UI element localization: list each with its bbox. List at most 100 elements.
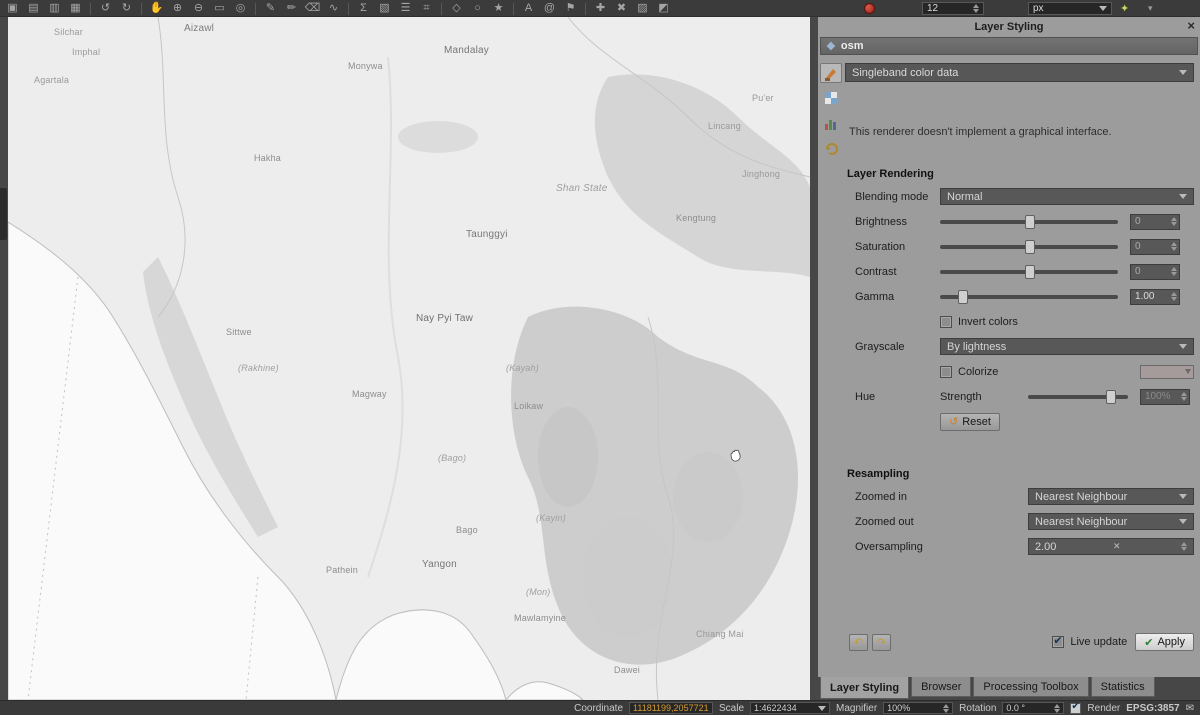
reset-button[interactable]: ↺ Reset (940, 413, 1000, 431)
brightness-slider[interactable] (940, 220, 1118, 224)
slider-handle[interactable] (1106, 390, 1116, 404)
gamma-slider[interactable] (940, 295, 1118, 299)
toolbar-icon[interactable]: A (520, 1, 537, 16)
spin-arrows-icon[interactable] (1167, 242, 1177, 251)
spin-arrows-icon[interactable] (1050, 704, 1060, 713)
map-label: Mawlamyine (514, 613, 566, 623)
tab-layer-styling[interactable]: Layer Styling (820, 677, 909, 699)
toolbar-icon[interactable]: ★ (490, 1, 507, 16)
toolbar-icon[interactable]: ▥ (46, 1, 63, 16)
coordinate-input[interactable]: 11181199,2057721 (629, 702, 713, 714)
toolbar-icon[interactable]: ◎ (232, 1, 249, 16)
toolbar-icon[interactable]: ☰ (397, 1, 414, 16)
crs-indicator[interactable]: EPSG:3857 (1126, 703, 1179, 714)
clear-icon[interactable]: ✕ (1113, 541, 1121, 552)
colorize-checkbox[interactable] (940, 366, 952, 378)
close-icon[interactable]: × (1187, 18, 1195, 33)
history-icon[interactable] (820, 138, 842, 158)
transparency-icon[interactable] (820, 88, 842, 108)
toolbar-icon[interactable]: ◇ (448, 1, 465, 16)
toolbar-icon[interactable]: ▧ (376, 1, 393, 16)
toolbar-icon[interactable]: ▨ (634, 1, 651, 16)
red-circle-icon[interactable] (864, 3, 875, 14)
toolbar-icon[interactable]: ✚ (592, 1, 609, 16)
spin-arrows-icon[interactable] (969, 4, 979, 13)
spin-arrows-icon[interactable] (1167, 217, 1177, 226)
toolbar-icon[interactable]: ▦ (67, 1, 84, 16)
toolbar-icon[interactable]: ⊕ (169, 1, 186, 16)
toolbar-icon[interactable]: ↺ (97, 1, 114, 16)
gamma-spinbox[interactable]: 1.00 (1130, 289, 1180, 305)
symbology-icon[interactable] (820, 63, 842, 83)
toolbar-overflow-icon[interactable]: ▾ (1148, 3, 1153, 14)
redo-style-button[interactable]: ↷ (872, 634, 891, 651)
spin-arrows-icon[interactable] (1167, 267, 1177, 276)
font-size-spinbox[interactable]: 12 (922, 2, 984, 15)
toolbar-icon[interactable]: ⊖ (190, 1, 207, 16)
unit-dropdown[interactable]: px (1028, 2, 1112, 15)
slider-handle[interactable] (1025, 215, 1035, 229)
grayscale-select[interactable]: By lightness (940, 338, 1194, 355)
brightness-label: Brightness (855, 216, 940, 228)
apply-button[interactable]: ✔ Apply (1135, 633, 1194, 651)
saturation-spinbox[interactable]: 0 (1130, 239, 1180, 255)
map-label: Jinghong (742, 169, 780, 179)
histogram-icon[interactable] (820, 113, 842, 133)
toolbar-icon[interactable]: ⚑ (562, 1, 579, 16)
invert-colors-checkbox[interactable] (940, 316, 952, 328)
slider-handle[interactable] (958, 290, 968, 304)
contrast-spinbox[interactable]: 0 (1130, 264, 1180, 280)
oversampling-spinbox[interactable]: 2.00 ✕ (1028, 538, 1194, 555)
map-label: Hakha (254, 153, 281, 163)
toolbar-icon[interactable]: ○ (469, 1, 486, 16)
colorize-color-swatch[interactable] (1140, 365, 1194, 379)
toolbar-icon[interactable]: ⌗ (418, 1, 435, 16)
blending-mode-select[interactable]: Normal (940, 188, 1194, 205)
slider-handle[interactable] (1025, 265, 1035, 279)
toolbar-icon[interactable]: @ (541, 1, 558, 16)
toolbar-icon[interactable]: ✏ (283, 1, 300, 16)
tab-processing-toolbox[interactable]: Processing Toolbox (973, 677, 1088, 697)
rotation-spinbox[interactable]: 0.0 ° (1002, 702, 1064, 714)
messages-icon[interactable]: ✉ (1186, 703, 1194, 714)
layer-selector[interactable]: ❖ osm (820, 37, 1198, 55)
toolbar-icon[interactable]: ✖ (613, 1, 630, 16)
strength-spinbox[interactable]: 100% (1140, 389, 1190, 405)
magnifier-spinbox[interactable]: 100% (883, 702, 953, 714)
tab-statistics[interactable]: Statistics (1091, 677, 1155, 697)
toolbar-icon[interactable]: ✎ (262, 1, 279, 16)
toolbar-icon[interactable]: ▭ (211, 1, 228, 16)
contrast-slider[interactable] (940, 270, 1118, 274)
toolbar-icon[interactable]: ✋ (148, 1, 165, 16)
spin-arrows-icon[interactable] (1167, 292, 1177, 301)
spin-arrows-icon[interactable] (1177, 542, 1187, 551)
label-tool-icon[interactable]: ✦ (1120, 2, 1129, 15)
toolbar-icon[interactable]: ∿ (325, 1, 342, 16)
saturation-slider[interactable] (940, 245, 1118, 249)
toolbar-icon[interactable]: Σ (355, 1, 372, 16)
strength-slider[interactable] (1028, 395, 1128, 399)
zoomed-in-select[interactable]: Nearest Neighbour (1028, 488, 1194, 505)
tab-browser[interactable]: Browser (911, 677, 971, 697)
renderer-select[interactable]: Singleband color data (845, 63, 1194, 82)
live-update-checkbox[interactable]: ✔ (1052, 636, 1064, 648)
spin-arrows-icon[interactable] (939, 704, 949, 713)
toolbar-icon[interactable]: ▤ (25, 1, 42, 16)
brightness-spinbox[interactable]: 0 (1130, 214, 1180, 230)
slider-handle[interactable] (1025, 240, 1035, 254)
render-checkbox[interactable]: ✔ (1070, 703, 1081, 714)
toolbar-icon-group: ▣ ▤ ▥ ▦ ↺ ↻ ✋ ⊕ ⊖ ▭ ◎ ✎ ✏ ⌫ ∿ Σ ▧ ☰ ⌗ ◇ ○ ★ A @ ⚑ ✚ ✖ ▨ ◩ (4, 0, 672, 17)
toolbar-separator (441, 3, 442, 15)
zoomed-out-select[interactable]: Nearest Neighbour (1028, 513, 1194, 530)
map-canvas[interactable]: SilcharAizawlImphalAgartalaMandalayMonyw… (8, 17, 810, 700)
toolbar-icon[interactable]: ▣ (4, 1, 21, 16)
spin-arrows-icon[interactable] (1177, 392, 1187, 401)
reset-icon: ↺ (949, 415, 958, 428)
collapsed-panel-handle[interactable] (0, 188, 7, 240)
toolbar-icon[interactable]: ◩ (655, 1, 672, 16)
toolbar-icon[interactable]: ↻ (118, 1, 135, 16)
toolbar-icon[interactable]: ⌫ (304, 1, 321, 16)
undo-style-button[interactable]: ↶ (849, 634, 868, 651)
scale-combobox[interactable]: 1:4622434 (750, 702, 830, 714)
unit-value: px (1033, 3, 1044, 14)
